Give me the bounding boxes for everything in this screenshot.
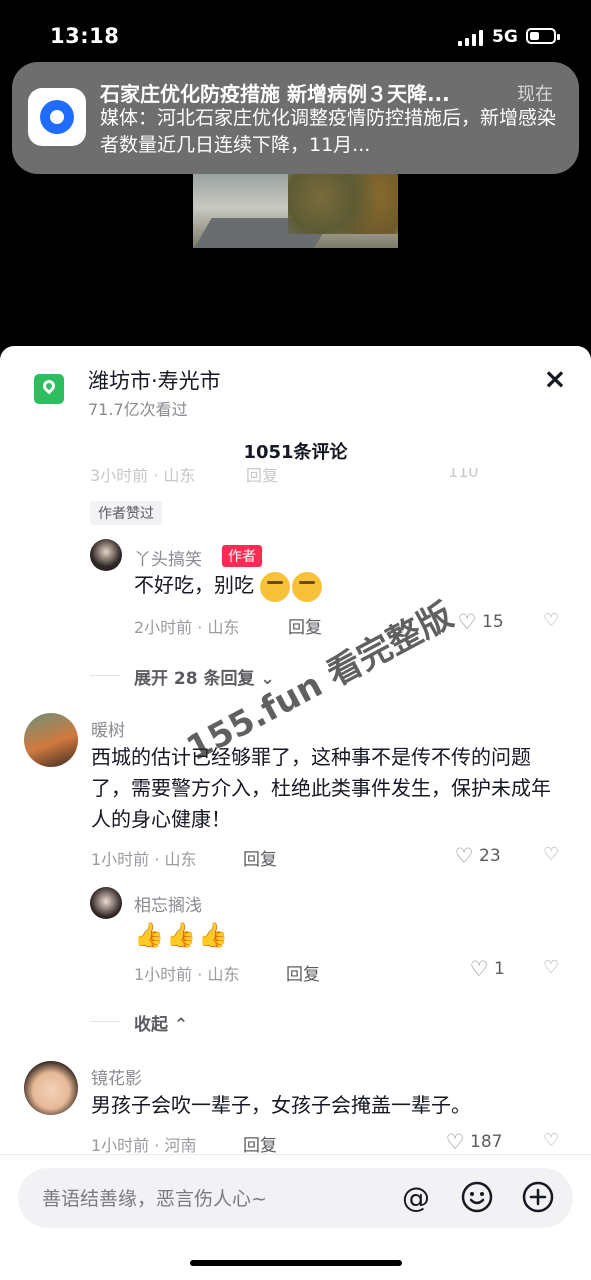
comment-text: 男孩子会吹一辈子，女孩子会掩盖一辈子。 [91,1093,471,1117]
app-icon [28,88,86,146]
network-type: 5G [492,27,518,47]
like-button[interactable]: ♡ 187 [444,1130,503,1154]
mention-icon[interactable]: @ [398,1180,434,1216]
avatar[interactable] [24,713,78,767]
commenter-name[interactable]: 丫头搞笑 [134,545,202,570]
avatar[interactable] [90,887,122,919]
comment-meta: 1小时前 · 山东 [91,850,197,869]
reply-button[interactable]: 回复 [243,1131,277,1156]
chevron-up-icon: ⌃ [173,1015,189,1035]
avatar[interactable] [90,539,122,571]
thumbs-up-emoji-icon: 👍 [134,921,164,949]
commenter-name[interactable]: 镜花影 [91,1064,142,1089]
dislike-icon[interactable]: ♡ [543,844,559,865]
location-pin-icon [34,374,64,404]
thinking-emoji-icon [260,571,291,602]
location-title[interactable]: 潍坊市·寿光市 [88,365,221,395]
author-badge: 作者 [222,545,262,567]
view-count: 71.7亿次看过 [88,400,188,419]
comment-text: 不好吃，别吃 [134,570,324,602]
heart-icon: ♡ [454,844,474,868]
comment-input-bar[interactable]: 善语结善缘，恶言伤人心~ @ [18,1168,573,1228]
close-button[interactable]: × [538,362,572,396]
collapse-replies-button[interactable]: 收起 ⌃ [134,1010,188,1035]
notification-body: 媒体：河北石家庄优化调整疫情防控措施后，新增感染者数量近几日连续下降，11月..… [100,107,557,156]
comment-count: 1051条评论 [243,442,348,463]
dislike-icon[interactable]: ♡ [543,610,559,631]
comment-meta: 1小时前 · 河南 [91,1136,197,1155]
comment-text: 西城的估计已经够罪了，这种事不是传不传的问题了，需要警方介入，杜绝此类事件发生，… [91,745,551,831]
comment-text: 👍👍👍 [134,920,230,952]
push-notification[interactable]: 石家庄优化防疫措施 新增病例３天降... 现在 媒体：河北石家庄优化调整疫情防控… [12,62,579,174]
comments-sheet: 潍坊市·寿光市 71.7亿次看过 × 1051条评论 3小时前 · 山东 回复 … [0,346,591,1280]
heart-icon: ♡ [469,957,489,981]
reply-button[interactable]: 回复 [286,960,320,985]
dislike-icon[interactable]: ♡ [543,1130,559,1151]
notification-time: 现在 [517,84,553,105]
video-thumbnail[interactable] [193,174,398,248]
comment-input[interactable]: 善语结善缘，恶言伤人心~ [42,1184,267,1211]
dislike-icon[interactable]: ♡ [543,957,559,978]
author-liked-tag: 作者赞过 [90,501,162,525]
like-button[interactable]: ♡ 15 [456,610,504,634]
commenter-name[interactable]: 暖树 [91,716,125,741]
thinking-emoji-icon [292,571,323,602]
thumbs-up-emoji-icon: 👍 [166,921,196,949]
avatar[interactable] [24,1061,78,1115]
clipped-comment-meta: 3小时前 · 山东 回复 110 [90,468,479,485]
reply-button[interactable]: 回复 [288,613,322,638]
battery-icon [526,28,560,44]
reply-button[interactable]: 回复 [243,845,277,870]
home-indicator[interactable] [190,1260,402,1266]
comment-meta: 2小时前 · 山东 [134,618,240,637]
status-bar: 13:18 5G [0,0,591,60]
emoji-icon[interactable] [459,1180,495,1216]
notification-title: 石家庄优化防疫措施 新增病例３天降... [100,82,450,106]
heart-icon: ♡ [445,1130,465,1154]
signal-icon [458,30,484,46]
thumbs-up-emoji-icon: 👍 [198,921,228,949]
clock: 13:18 [50,24,120,48]
commenter-name[interactable]: 相忘搁浅 [134,891,202,916]
like-button[interactable]: ♡ 1 [468,957,505,981]
comment-meta: 1小时前 · 山东 [134,965,240,984]
add-icon[interactable] [520,1180,556,1216]
like-button[interactable]: ♡ 23 [453,844,501,868]
